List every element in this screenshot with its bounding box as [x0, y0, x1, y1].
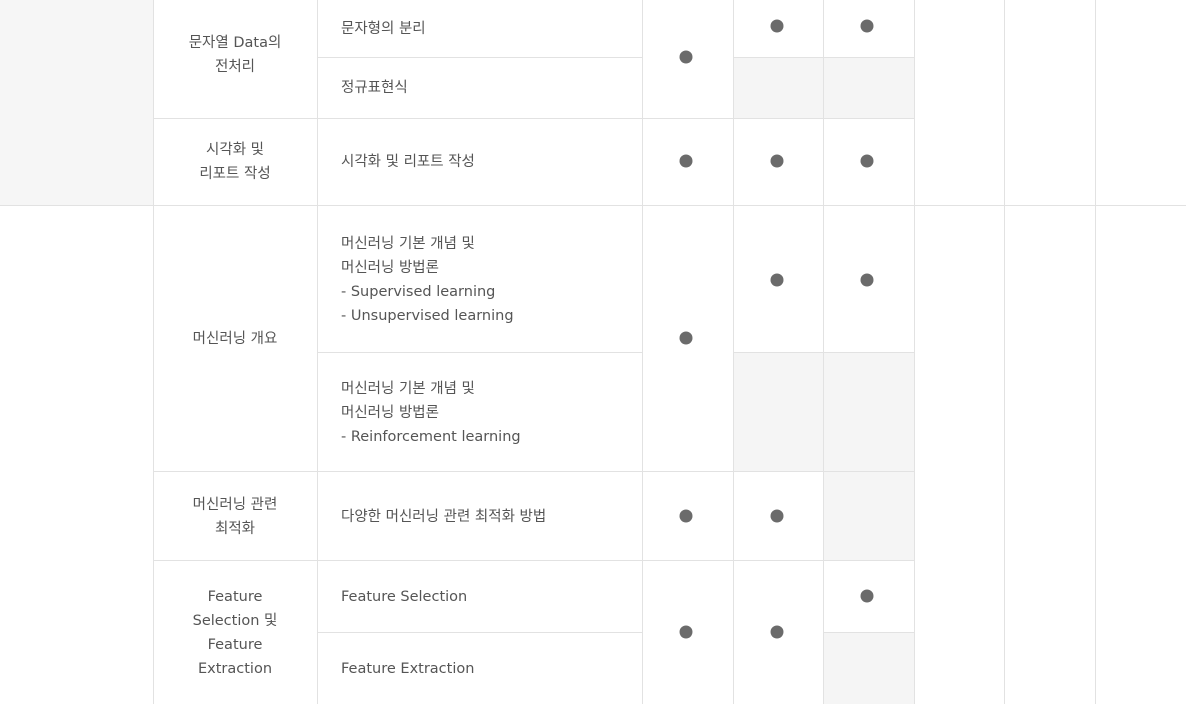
- mark-dot: [860, 589, 874, 603]
- category-cell: Feature Selection 및 Feature Extraction: [153, 561, 317, 704]
- category-cell: 머신러닝 관련 최적화: [153, 472, 317, 561]
- topic-label: 시각화 및 리포트 작성: [341, 153, 475, 170]
- topic-cell: 머신러닝 기본 개념 및 머신러닝 방법론 - Reinforcement le…: [317, 353, 642, 472]
- category-label: Feature Selection 및 Feature Extraction: [192, 588, 278, 677]
- topic-cell: 문자형의 분리: [317, 0, 642, 57]
- mark-dot: [770, 625, 784, 639]
- topic-cell: 머신러닝 기본 개념 및 머신러닝 방법론 - Supervised learn…: [317, 206, 642, 353]
- mark-dot: [770, 273, 784, 287]
- mark-dot: [679, 331, 693, 345]
- mark-dot: [860, 19, 874, 33]
- topic-label: 머신러닝 기본 개념 및 머신러닝 방법론 - Supervised learn…: [341, 235, 514, 324]
- topic-cell: Feature Extraction: [317, 633, 642, 704]
- mark-dot: [770, 19, 784, 33]
- topic-label: 문자형의 분리: [341, 20, 426, 37]
- category-label: 머신러닝 관련 최적화: [192, 496, 278, 537]
- topic-label: 다양한 머신러닝 관련 최적화 방법: [341, 508, 547, 525]
- mark-dot: [679, 154, 693, 168]
- topic-label: Feature Extraction: [341, 660, 475, 677]
- category-label: 문자열 Data의 전처리: [188, 35, 282, 75]
- mark-dot: [679, 50, 693, 64]
- category-label: 시각화 및 리포트 작성: [199, 141, 271, 182]
- mark-dot: [679, 625, 693, 639]
- topic-cell: 다양한 머신러닝 관련 최적화 방법: [317, 472, 642, 561]
- mark-dot: [770, 509, 784, 523]
- topic-cell: 정규표현식: [317, 57, 642, 118]
- category-label: 머신러닝 개요: [192, 331, 278, 347]
- topic-label: Feature Selection: [341, 589, 468, 605]
- category-cell: 머신러닝 개요: [153, 206, 317, 472]
- topic-label: 정규표현식: [341, 79, 408, 96]
- topic-cell: Feature Selection: [317, 561, 642, 633]
- topic-label: 머신러닝 기본 개념 및 머신러닝 방법론 - Reinforcement le…: [341, 380, 521, 445]
- mark-dot: [860, 154, 874, 168]
- category-cell: 문자열 Data의 전처리: [153, 0, 317, 118]
- mark-dot: [679, 509, 693, 523]
- topic-cell: 시각화 및 리포트 작성: [317, 118, 642, 205]
- category-cell: 시각화 및 리포트 작성: [153, 118, 317, 205]
- mark-dot: [770, 154, 784, 168]
- mark-dot: [860, 273, 874, 287]
